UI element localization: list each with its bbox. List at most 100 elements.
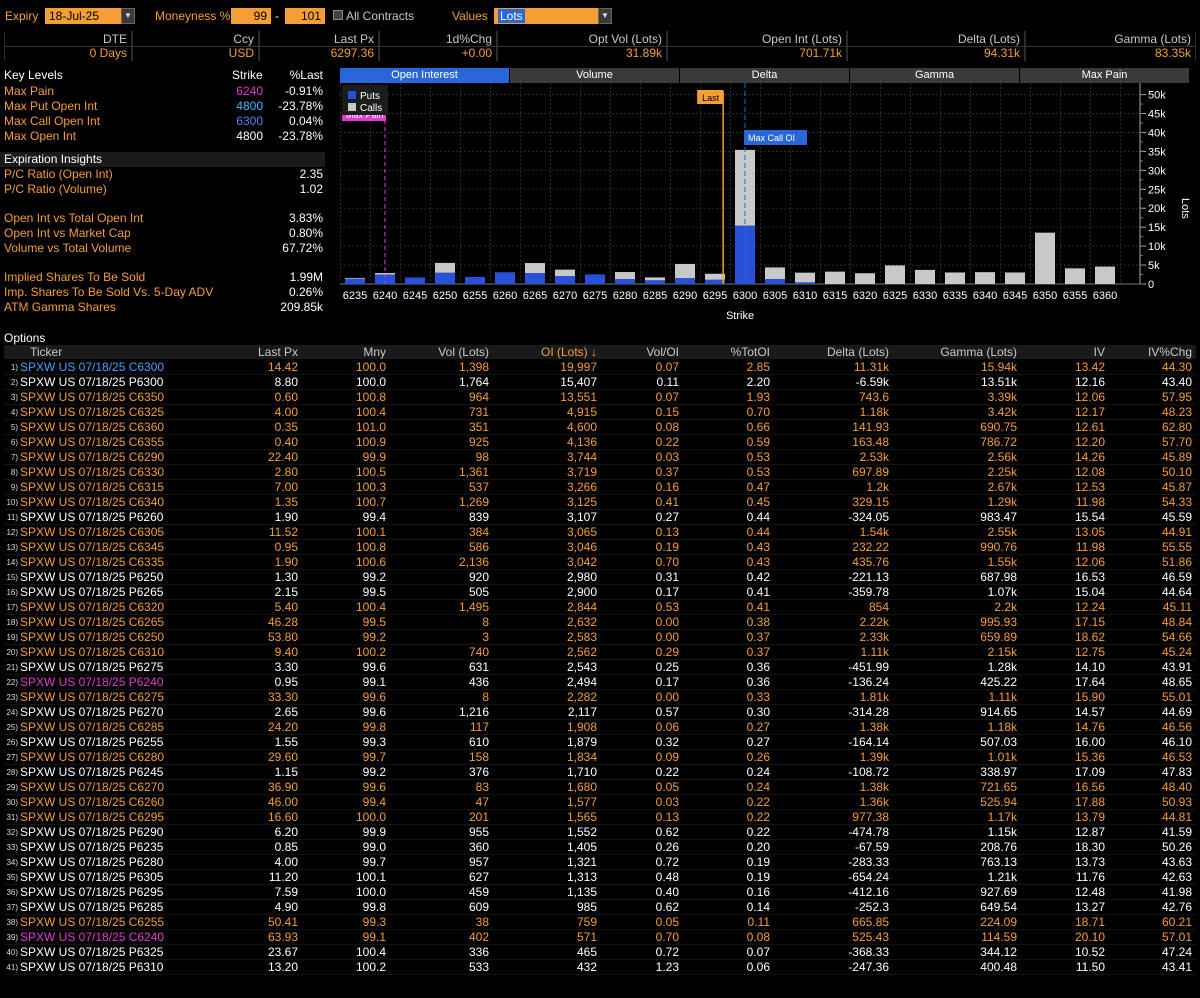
ticker-cell[interactable]: SPXW US 07/18/25 P6305 — [20, 870, 163, 884]
table-row[interactable]: 10) SPXW US 07/18/25 C6340 1.35 100.7 1,269 3… — [4, 495, 1196, 510]
ticker-cell[interactable]: SPXW US 07/18/25 C6315 — [20, 480, 164, 494]
ticker-cell[interactable]: SPXW US 07/18/25 C6285 — [20, 720, 164, 734]
table-row[interactable]: 38) SPXW US 07/18/25 C6255 50.41 99.3 38 759 0… — [4, 915, 1196, 930]
values-field[interactable]: Lots — [494, 8, 599, 24]
table-row[interactable]: 13) SPXW US 07/18/25 C6345 0.95 100.8 586 3,0… — [4, 540, 1196, 555]
ticker-cell[interactable]: SPXW US 07/18/25 P6260 — [20, 510, 163, 524]
ticker-cell[interactable]: SPXW US 07/18/25 C6335 — [20, 555, 164, 569]
table-row[interactable]: 39) SPXW US 07/18/25 C6240 63.93 99.1 402 571… — [4, 930, 1196, 945]
ticker-cell[interactable]: SPXW US 07/18/25 C6355 — [20, 435, 164, 449]
ticker-cell[interactable]: SPXW US 07/18/25 C6240 — [20, 930, 164, 944]
table-row[interactable]: 16) SPXW US 07/18/25 P6265 2.15 99.5 505 2,90… — [4, 585, 1196, 600]
values-dropdown-icon[interactable]: ▼ — [598, 8, 612, 24]
tab-open-interest[interactable]: Open Interest — [340, 68, 509, 83]
table-row[interactable]: 31) SPXW US 07/18/25 C6295 16.60 100.0 201 1,… — [4, 810, 1196, 825]
ticker-cell[interactable]: SPXW US 07/18/25 C6360 — [20, 420, 164, 434]
ticker-cell[interactable]: SPXW US 07/18/25 C6340 — [20, 495, 164, 509]
ticker-cell[interactable]: SPXW US 07/18/25 P6310 — [20, 960, 163, 974]
table-row[interactable]: 5) SPXW US 07/18/25 C6360 0.35 101.0 351 4,60… — [4, 420, 1196, 435]
ticker-cell[interactable]: SPXW US 07/18/25 P6240 — [20, 675, 163, 689]
table-row[interactable]: 26) SPXW US 07/18/25 P6255 1.55 99.3 610 1,87… — [4, 735, 1196, 750]
tab-gamma[interactable]: Gamma — [850, 68, 1019, 83]
table-row[interactable]: 37) SPXW US 07/18/25 P6285 4.90 99.8 609 985 0… — [4, 900, 1196, 915]
table-row[interactable]: 27) SPXW US 07/18/25 C6280 29.60 99.7 158 1,8… — [4, 750, 1196, 765]
table-row[interactable]: 40) SPXW US 07/18/25 P6325 23.67 100.4 336 46… — [4, 945, 1196, 960]
ticker-cell[interactable]: SPXW US 07/18/25 P6325 — [20, 945, 163, 959]
ticker-cell[interactable]: SPXW US 07/18/25 C6310 — [20, 645, 164, 659]
ticker-cell[interactable]: SPXW US 07/18/25 C6295 — [20, 810, 164, 824]
tab-delta[interactable]: Delta — [680, 68, 849, 83]
table-row[interactable]: 23) SPXW US 07/18/25 C6275 33.30 99.6 8 2,282… — [4, 690, 1196, 705]
ticker-cell[interactable]: SPXW US 07/18/25 P6255 — [20, 735, 163, 749]
table-row[interactable]: 18) SPXW US 07/18/25 C6265 46.28 99.5 8 2,632… — [4, 615, 1196, 630]
ticker-cell[interactable]: SPXW US 07/18/25 C6325 — [20, 405, 164, 419]
ticker-cell[interactable]: SPXW US 07/18/25 C6255 — [20, 915, 164, 929]
ticker-cell[interactable]: SPXW US 07/18/25 C6320 — [20, 600, 164, 614]
ticker-cell[interactable]: SPXW US 07/18/25 C6300 — [20, 360, 164, 374]
ticker-cell[interactable]: SPXW US 07/18/25 C6275 — [20, 690, 164, 704]
ticker-cell[interactable]: SPXW US 07/18/25 P6290 — [20, 825, 163, 839]
ticker-cell[interactable]: SPXW US 07/18/25 P6235 — [20, 840, 163, 854]
ticker-cell[interactable]: SPXW US 07/18/25 P6280 — [20, 855, 163, 869]
ticker-cell[interactable]: SPXW US 07/18/25 P6275 — [20, 660, 163, 674]
ticker-cell[interactable]: SPXW US 07/18/25 C6345 — [20, 540, 164, 554]
table-row[interactable]: 41) SPXW US 07/18/25 P6310 13.20 100.2 533 43… — [4, 960, 1196, 975]
table-row[interactable]: 11) SPXW US 07/18/25 P6260 1.90 99.4 839 3,10… — [4, 510, 1196, 525]
table-row[interactable]: 17) SPXW US 07/18/25 C6320 5.40 100.4 1,495 2… — [4, 600, 1196, 615]
table-row[interactable]: 33) SPXW US 07/18/25 P6235 0.85 99.0 360 1,40… — [4, 840, 1196, 855]
table-row[interactable]: 19) SPXW US 07/18/25 C6250 53.80 99.2 3 2,583… — [4, 630, 1196, 645]
column-header[interactable]: Gamma (Lots) — [940, 345, 1017, 359]
ticker-cell[interactable]: SPXW US 07/18/25 P6245 — [20, 765, 163, 779]
ticker-cell[interactable]: SPXW US 07/18/25 C6260 — [20, 795, 164, 809]
table-row[interactable]: 12) SPXW US 07/18/25 C6305 11.52 100.1 384 3,… — [4, 525, 1196, 540]
table-row[interactable]: 21) SPXW US 07/18/25 P6275 3.30 99.6 631 2,54… — [4, 660, 1196, 675]
table-row[interactable]: 9) SPXW US 07/18/25 C6315 7.00 100.3 537 3,26… — [4, 480, 1196, 495]
all-contracts-checkbox[interactable] — [333, 10, 343, 20]
table-row[interactable]: 20) SPXW US 07/18/25 C6310 9.40 100.2 740 2,5… — [4, 645, 1196, 660]
expiry-dropdown-icon[interactable]: ▼ — [121, 8, 135, 24]
table-row[interactable]: 6) SPXW US 07/18/25 C6355 0.40 100.9 925 4,13… — [4, 435, 1196, 450]
moneyness-high-field[interactable]: 101 — [285, 8, 325, 24]
column-header[interactable]: %TotOI — [731, 345, 770, 359]
ticker-cell[interactable]: SPXW US 07/18/25 P6270 — [20, 705, 163, 719]
column-header[interactable]: Mny — [363, 345, 386, 359]
table-row[interactable]: 34) SPXW US 07/18/25 P6280 4.00 99.7 957 1,32… — [4, 855, 1196, 870]
table-row[interactable]: 15) SPXW US 07/18/25 P6250 1.30 99.2 920 2,98… — [4, 570, 1196, 585]
table-row[interactable]: 14) SPXW US 07/18/25 C6335 1.90 100.6 2,136 3… — [4, 555, 1196, 570]
column-header[interactable]: IV — [1094, 345, 1105, 359]
ticker-cell[interactable]: SPXW US 07/18/25 C6265 — [20, 615, 164, 629]
table-row[interactable]: 35) SPXW US 07/18/25 P6305 11.20 100.1 627 1,… — [4, 870, 1196, 885]
moneyness-low-field[interactable]: 99 — [231, 8, 271, 24]
table-row[interactable]: 3) SPXW US 07/18/25 C6350 0.60 100.8 964 13,5… — [4, 390, 1196, 405]
table-row[interactable]: 4) SPXW US 07/18/25 C6325 4.00 100.4 731 4,91… — [4, 405, 1196, 420]
table-row[interactable]: 36) SPXW US 07/18/25 P6295 7.59 100.0 459 1,1… — [4, 885, 1196, 900]
table-row[interactable]: 1) SPXW US 07/18/25 C6300 14.42 100.0 1,398 1… — [4, 360, 1196, 375]
ticker-cell[interactable]: SPXW US 07/18/25 C6270 — [20, 780, 164, 794]
column-header[interactable]: OI (Lots) ↓ — [541, 345, 597, 359]
column-header[interactable]: IV%Chg — [1148, 345, 1192, 359]
ticker-cell[interactable]: SPXW US 07/18/25 C6330 — [20, 465, 164, 479]
ticker-cell[interactable]: SPXW US 07/18/25 C6305 — [20, 525, 164, 539]
ticker-cell[interactable]: SPXW US 07/18/25 P6265 — [20, 585, 163, 599]
table-row[interactable]: 29) SPXW US 07/18/25 C6270 36.90 99.6 83 1,68… — [4, 780, 1196, 795]
table-row[interactable]: 2) SPXW US 07/18/25 P6300 8.80 100.0 1,764 15… — [4, 375, 1196, 390]
table-row[interactable]: 32) SPXW US 07/18/25 P6290 6.20 99.9 955 1,55… — [4, 825, 1196, 840]
column-header[interactable]: Vol (Lots) — [438, 345, 489, 359]
column-header[interactable]: Ticker — [30, 345, 62, 359]
table-row[interactable]: 24) SPXW US 07/18/25 P6270 2.65 99.6 1,216 2,… — [4, 705, 1196, 720]
ticker-cell[interactable]: SPXW US 07/18/25 P6295 — [20, 885, 163, 899]
expiry-field[interactable]: 18-Jul-25 — [45, 8, 122, 24]
ticker-cell[interactable]: SPXW US 07/18/25 C6350 — [20, 390, 164, 404]
tab-volume[interactable]: Volume — [510, 68, 679, 83]
ticker-cell[interactable]: SPXW US 07/18/25 P6285 — [20, 900, 163, 914]
ticker-cell[interactable]: SPXW US 07/18/25 P6250 — [20, 570, 163, 584]
table-row[interactable]: 7) SPXW US 07/18/25 C6290 22.40 99.9 98 3,744… — [4, 450, 1196, 465]
tab-max-pain[interactable]: Max Pain — [1020, 68, 1189, 83]
table-row[interactable]: 8) SPXW US 07/18/25 C6330 2.80 100.5 1,361 3,… — [4, 465, 1196, 480]
table-row[interactable]: 22) SPXW US 07/18/25 P6240 0.95 99.1 436 2,49… — [4, 675, 1196, 690]
ticker-cell[interactable]: SPXW US 07/18/25 C6250 — [20, 630, 164, 644]
column-header[interactable]: Vol/OI — [646, 345, 679, 359]
ticker-cell[interactable]: SPXW US 07/18/25 C6290 — [20, 450, 164, 464]
table-row[interactable]: 28) SPXW US 07/18/25 P6245 1.15 99.2 376 1,71… — [4, 765, 1196, 780]
table-row[interactable]: 25) SPXW US 07/18/25 C6285 24.20 99.8 117 1,9… — [4, 720, 1196, 735]
